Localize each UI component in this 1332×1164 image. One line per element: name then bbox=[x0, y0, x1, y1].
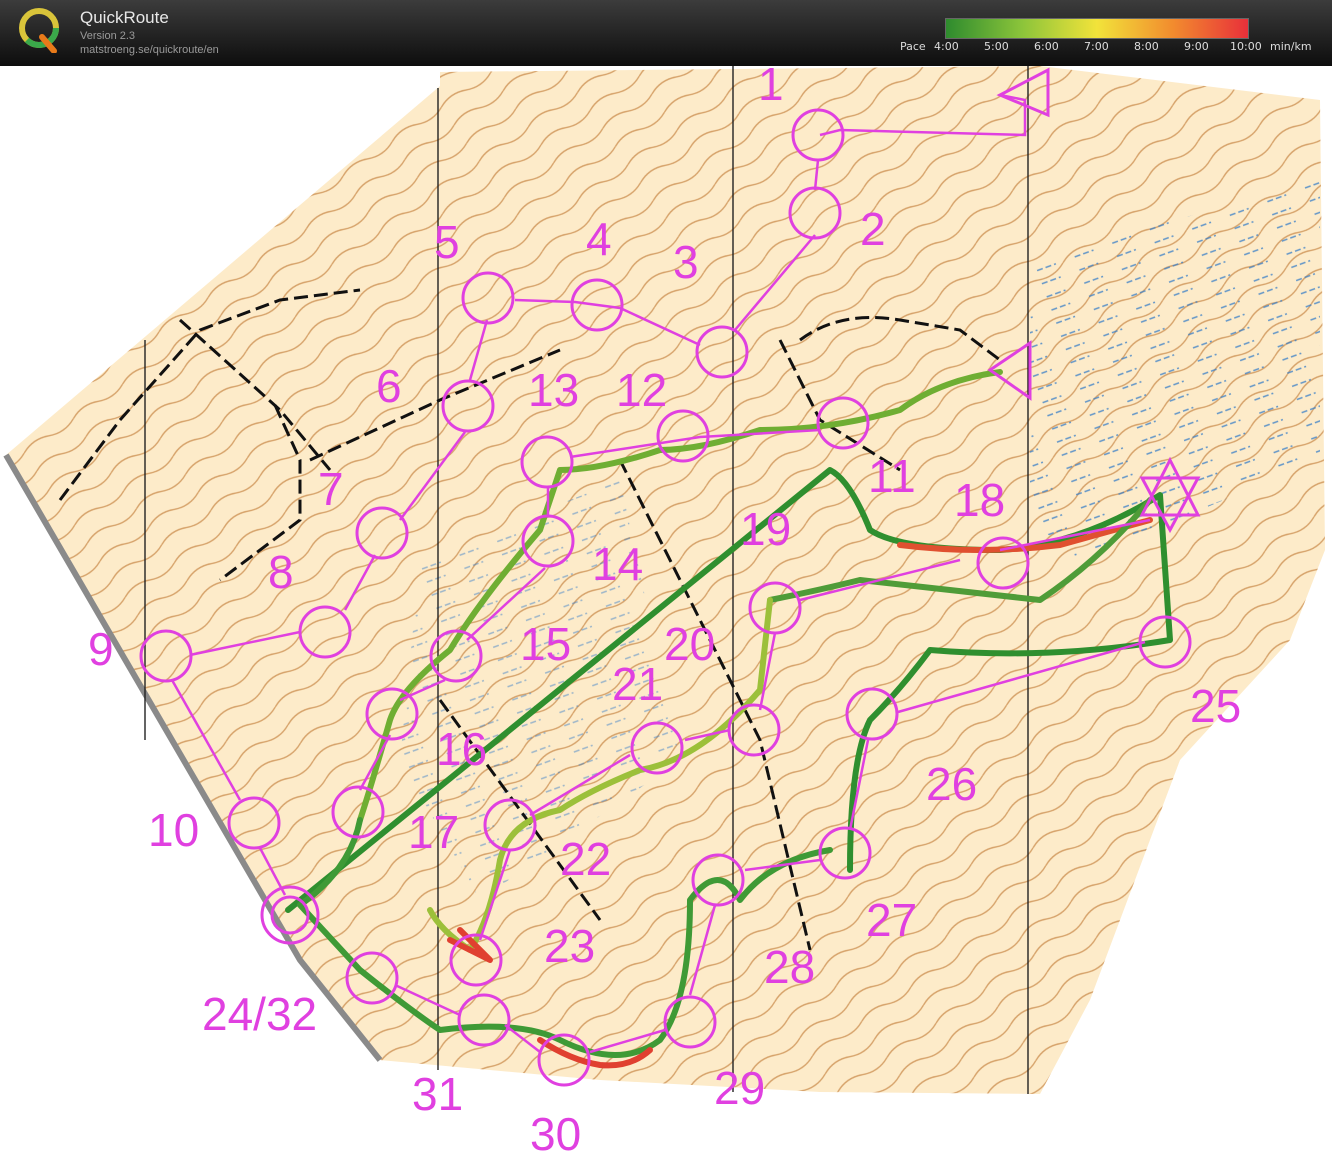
control-number: 11 bbox=[868, 450, 916, 502]
control-number: 25 bbox=[1190, 680, 1241, 732]
app-url[interactable]: matstroeng.se/quickroute/en bbox=[80, 44, 219, 56]
control-number: 30 bbox=[530, 1108, 581, 1160]
pace-tick: 6:00 bbox=[1034, 40, 1059, 53]
pace-tick: 10:00 bbox=[1230, 40, 1262, 53]
control-number: 8 bbox=[268, 546, 294, 598]
control-number: 2 bbox=[860, 203, 886, 255]
control-number: 4 bbox=[586, 213, 612, 265]
control-number: 18 bbox=[954, 474, 1005, 526]
control-number: 21 bbox=[612, 658, 663, 710]
control-number: 24/32 bbox=[202, 988, 317, 1040]
control-number: 7 bbox=[318, 463, 344, 515]
pace-tick: 8:00 bbox=[1134, 40, 1159, 53]
control-number: 27 bbox=[866, 894, 917, 946]
control-number: 13 bbox=[528, 364, 579, 416]
control-number: 9 bbox=[88, 623, 114, 675]
control-number: 22 bbox=[560, 833, 611, 885]
pace-color-scale bbox=[945, 18, 1249, 39]
pace-tick: 9:00 bbox=[1184, 40, 1209, 53]
map-contours bbox=[6, 66, 1325, 1094]
control-number: 19 bbox=[740, 503, 791, 555]
app-header: QuickRoute Version 2.3 matstroeng.se/qui… bbox=[0, 0, 1332, 66]
control-number: 12 bbox=[616, 364, 667, 416]
pace-tick: 7:00 bbox=[1084, 40, 1109, 53]
control-number: 31 bbox=[412, 1068, 463, 1120]
control-number: 20 bbox=[664, 618, 715, 670]
control-number: 28 bbox=[764, 941, 815, 993]
control-number: 1 bbox=[758, 66, 784, 110]
pace-tick: 5:00 bbox=[984, 40, 1009, 53]
pace-label: Pace bbox=[900, 40, 926, 53]
pace-unit: min/km bbox=[1270, 40, 1312, 53]
control-number: 14 bbox=[592, 538, 643, 590]
control-number: 17 bbox=[408, 806, 459, 858]
control-number: 10 bbox=[148, 804, 199, 856]
orienteering-map[interactable]: 1 2 3 4 5 6 7 8 9 10 11 12 13 14 15 16 1… bbox=[0, 66, 1332, 1164]
control-number: 15 bbox=[520, 618, 571, 670]
control-number: 16 bbox=[436, 723, 487, 775]
control-number: 3 bbox=[673, 236, 699, 288]
control-number: 5 bbox=[434, 216, 460, 268]
control-number: 23 bbox=[544, 920, 595, 972]
app-version: Version 2.3 bbox=[80, 30, 136, 42]
control-number: 6 bbox=[376, 360, 402, 412]
control-number: 29 bbox=[714, 1062, 765, 1114]
control-number: 26 bbox=[926, 758, 977, 810]
app-title: QuickRoute bbox=[80, 8, 169, 27]
quickroute-logo-icon bbox=[19, 8, 59, 53]
pace-tick: 4:00 bbox=[934, 40, 959, 53]
